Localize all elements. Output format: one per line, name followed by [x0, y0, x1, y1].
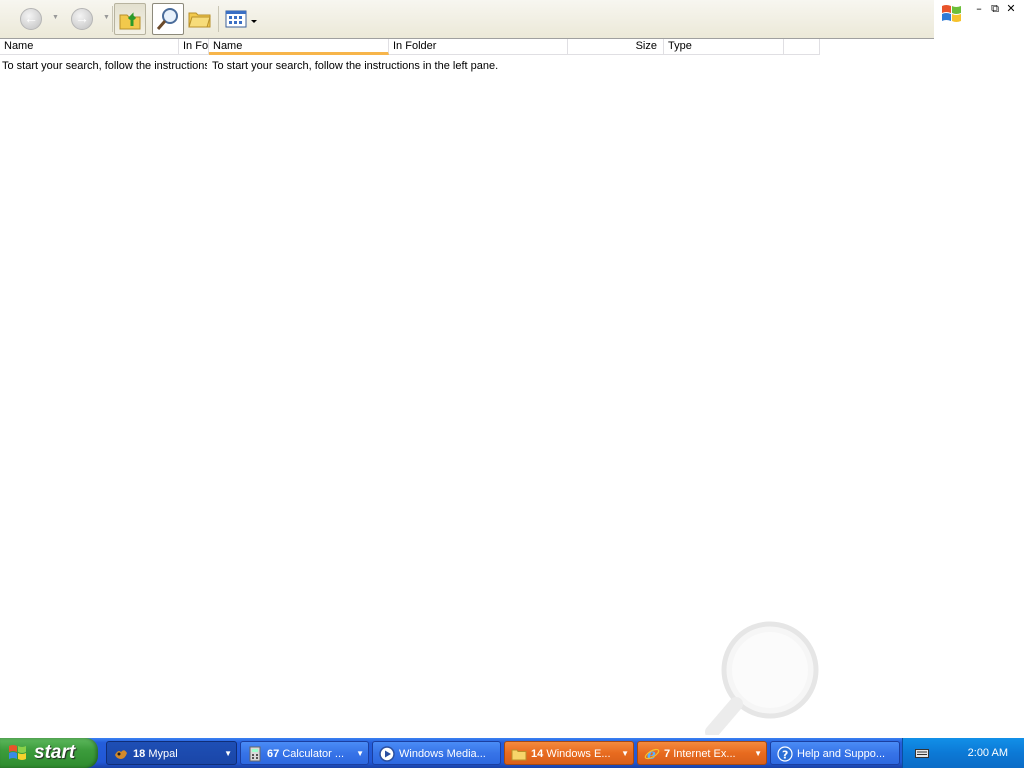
windows-logo-icon [942, 5, 961, 22]
search-watermark-icon [705, 621, 819, 735]
calculator-icon [249, 746, 261, 762]
chevron-down-icon: ▼ [224, 749, 232, 758]
column-header-type[interactable]: Type [664, 39, 784, 55]
left-pane-message: To start your search, follow the instruc… [2, 60, 207, 72]
system-tray: 2:00 AM [902, 738, 1024, 768]
folder-icon [511, 749, 527, 761]
task-label: 67 Calculator ... [267, 748, 345, 760]
task-label: 18 Mypal [133, 748, 178, 760]
media-player-icon [379, 746, 395, 762]
folders-button[interactable] [186, 3, 214, 35]
taskbar-button-windows-media[interactable]: Windows Media... [372, 741, 501, 765]
arrow-left-icon: ← [24, 10, 38, 26]
chevron-down-icon: ▼ [621, 749, 629, 758]
minimize-button[interactable]: – [972, 2, 986, 16]
magnifier-icon [156, 8, 178, 30]
column-header-name[interactable]: Name [209, 39, 389, 55]
task-label: Help and Suppo... [797, 748, 886, 760]
views-icon [225, 10, 257, 28]
main-pane-message: To start your search, follow the instruc… [212, 60, 499, 72]
column-header-label: In Folder [393, 40, 437, 52]
taskbar-button-calculator[interactable]: 67 Calculator ... ▼ [240, 741, 369, 765]
explorer-toolbar: ← ▼ → ▼ [0, 0, 934, 39]
forward-button[interactable]: → [71, 8, 93, 30]
svg-text:?: ? [782, 749, 788, 762]
minimize-icon: – [976, 2, 982, 15]
search-button[interactable] [152, 3, 184, 35]
windows-flag-icon [9, 745, 26, 760]
toolbar-separator [112, 6, 113, 32]
left-column-header-name[interactable]: Name [0, 39, 179, 55]
back-dropdown-chevron-icon[interactable]: ▼ [52, 14, 59, 21]
up-button[interactable] [114, 3, 146, 35]
restore-button[interactable]: ⧉ [988, 2, 1002, 16]
keyboard-icon[interactable] [915, 747, 929, 759]
taskbar: start 18 Mypal ▼ 67 Calculator ... ▼ Win… [0, 738, 1024, 768]
taskbar-button-mypal[interactable]: 18 Mypal ▼ [106, 741, 237, 765]
folder-up-icon [119, 12, 141, 30]
column-header-label: Size [635, 40, 657, 52]
taskbar-button-windows-explorer[interactable]: 14 Windows E... ▼ [504, 741, 634, 765]
chevron-down-icon: ▼ [754, 749, 762, 758]
folders-icon [188, 12, 211, 28]
column-header-label: Type [668, 40, 692, 52]
column-header-empty [784, 39, 820, 55]
mypal-icon [115, 750, 127, 759]
back-button[interactable]: ← [20, 8, 42, 30]
column-header-in-folder[interactable]: In Folder [389, 39, 568, 55]
start-button[interactable]: start [0, 738, 98, 768]
column-header-label: Name [213, 40, 243, 52]
close-button[interactable]: ✕ [1004, 2, 1018, 16]
left-column-header-in-folder[interactable]: In Fo [179, 39, 209, 55]
start-label: start [34, 742, 76, 763]
chevron-down-icon: ▼ [356, 749, 364, 758]
task-label: 7 Internet Ex... [664, 748, 736, 760]
task-label: 14 Windows E... [531, 748, 611, 760]
column-header-label: In Fo [183, 40, 209, 52]
ie-icon: e [644, 747, 660, 762]
forward-dropdown-chevron-icon[interactable]: ▼ [103, 14, 110, 21]
arrow-right-icon: → [75, 10, 89, 26]
taskbar-button-help-and-support[interactable]: ? Help and Suppo... [770, 741, 900, 765]
column-header-size[interactable]: Size [568, 39, 664, 55]
toolbar-separator [218, 6, 219, 32]
task-label: Windows Media... [399, 748, 486, 760]
column-header-label: Name [4, 40, 34, 52]
close-icon: ✕ [1006, 2, 1016, 15]
views-button[interactable] [224, 3, 260, 35]
taskbar-button-internet-explorer[interactable]: e 7 Internet Ex... ▼ [637, 741, 767, 765]
help-icon: ? [777, 746, 793, 762]
restore-icon: ⧉ [991, 2, 999, 15]
clock[interactable]: 2:00 AM [968, 738, 1008, 768]
